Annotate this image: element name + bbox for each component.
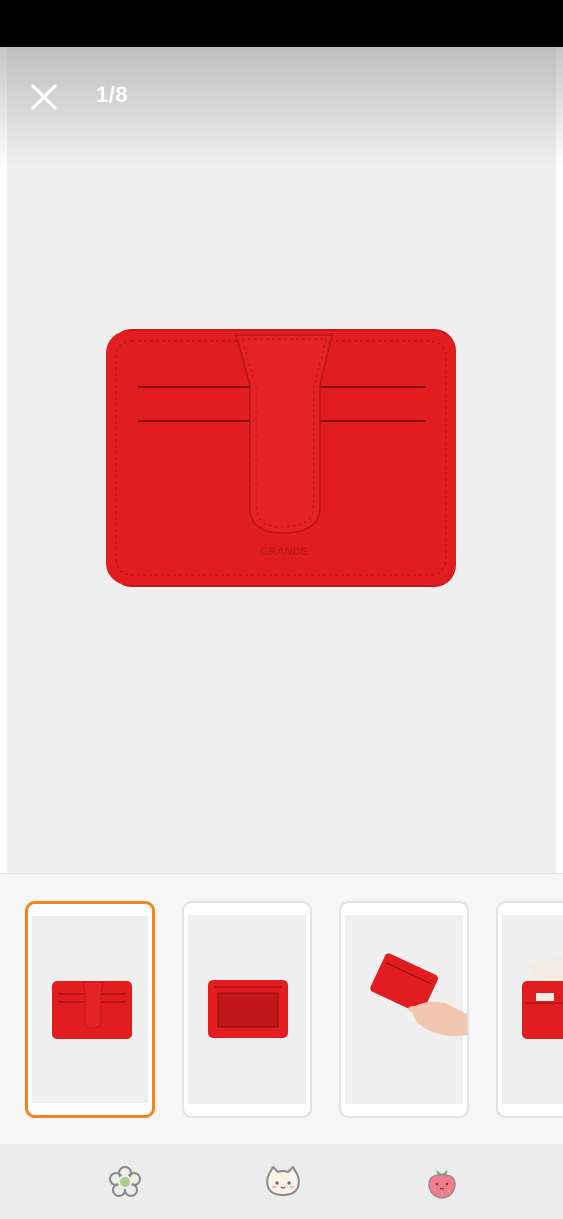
bottom-nav — [0, 1144, 563, 1219]
flower-icon — [109, 1166, 141, 1197]
thumbnail-4[interactable] — [496, 901, 563, 1118]
nav-flower-button[interactable] — [105, 1162, 145, 1202]
status-bar — [0, 0, 563, 47]
close-button[interactable] — [22, 80, 66, 114]
nav-strawberry-button[interactable] — [422, 1162, 462, 1202]
product-image: GRANDE — [104, 327, 460, 589]
thumbnail-2[interactable] — [182, 901, 312, 1118]
image-counter: 1/8 — [96, 82, 129, 107]
thumbnail-strip[interactable] — [0, 873, 563, 1144]
close-icon — [31, 84, 57, 110]
brand-imprint: GRANDE — [260, 546, 308, 558]
top-overlay — [0, 47, 563, 167]
thumbnail-1[interactable] — [25, 901, 155, 1118]
thumbnail-3[interactable] — [339, 901, 469, 1118]
strawberry-icon — [428, 1170, 456, 1199]
cat-face-icon — [266, 1166, 300, 1196]
nav-cat-button[interactable] — [263, 1162, 303, 1202]
